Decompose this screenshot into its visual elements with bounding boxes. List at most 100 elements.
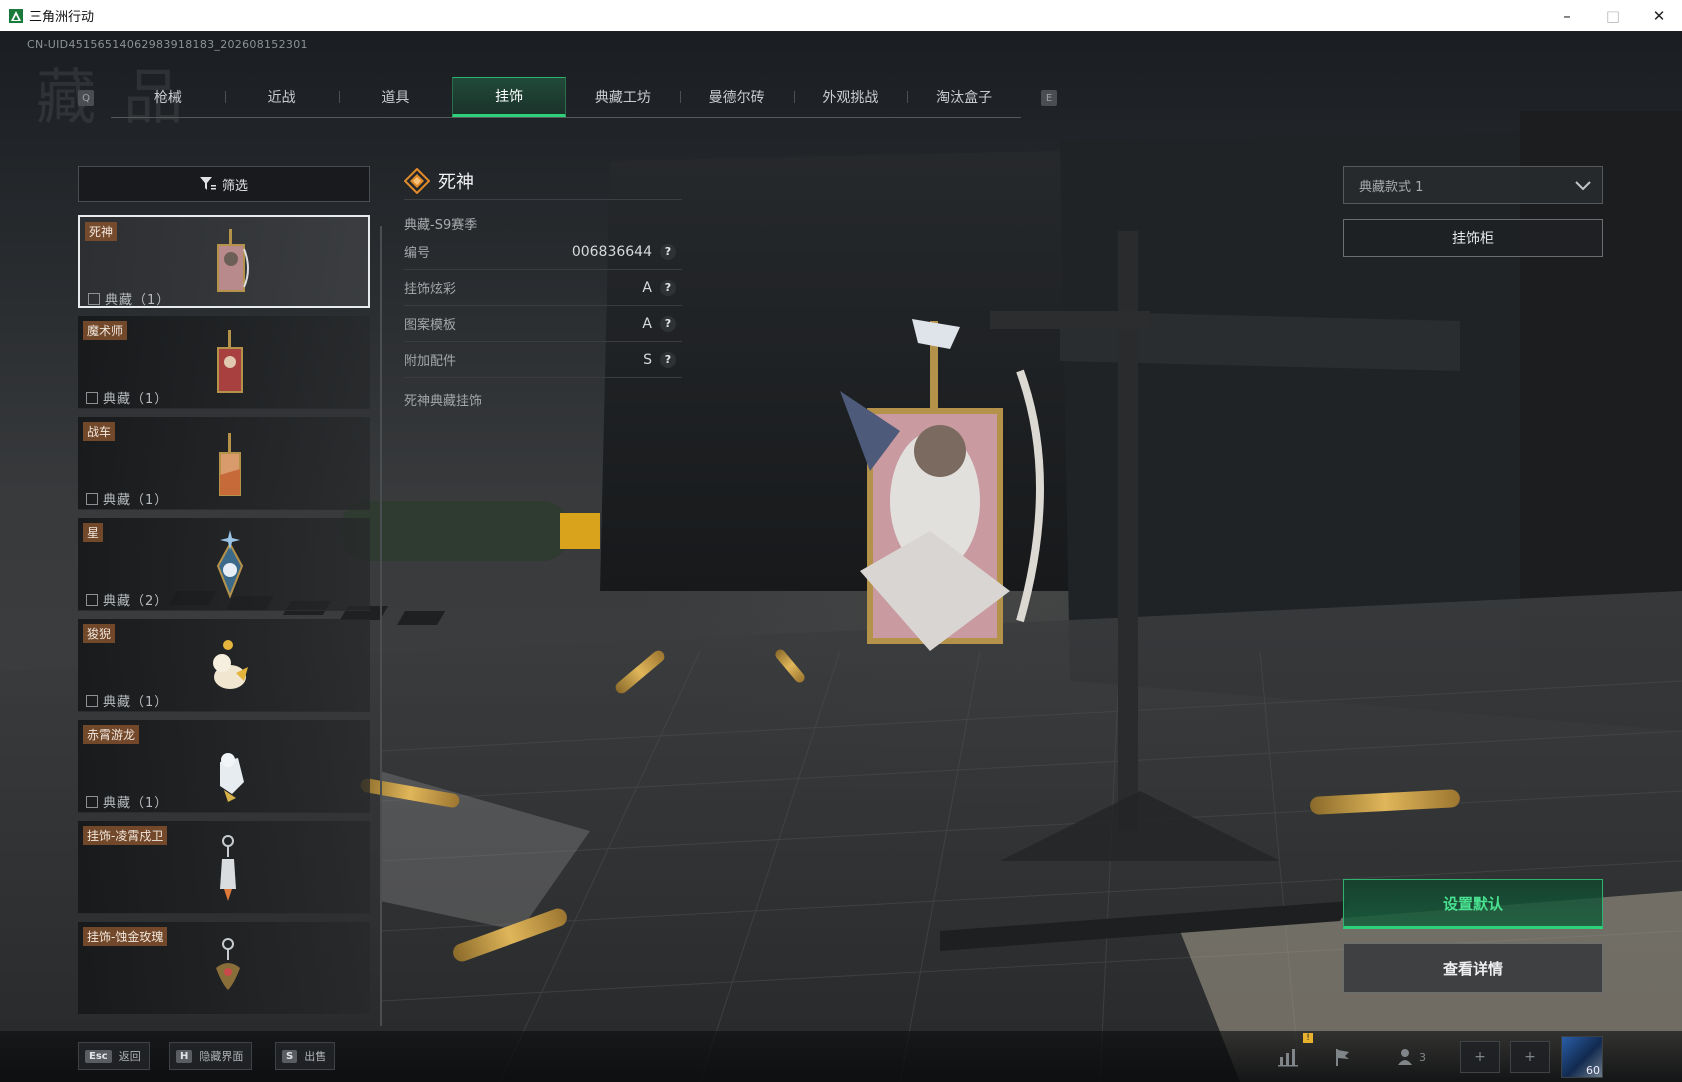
help-icon[interactable]: ? [660, 315, 676, 332]
hide-ui-hint-button[interactable]: H 隐藏界面 [169, 1042, 253, 1070]
stats-button[interactable] [1268, 1041, 1308, 1073]
charm-list: 死神 典藏（1） 魔术师 典藏（1） 战车 典藏（1） 星 典藏（2） 狻猊 典… [78, 215, 370, 1025]
detail-season: 典藏-S9赛季 [404, 218, 478, 233]
detail-row-pattern: 图案模板 A ? [404, 306, 682, 342]
warning-badge: ! [1303, 1033, 1313, 1043]
rarity-icon [88, 292, 100, 305]
next-tab-key[interactable]: E [1041, 90, 1057, 106]
list-item[interactable]: 魔术师 典藏（1） [78, 316, 370, 409]
set-default-button[interactable]: 设置默认 [1343, 879, 1603, 929]
charm-thumbnail [219, 433, 241, 496]
list-item[interactable]: 赤霄游龙 典藏（1） [78, 720, 370, 813]
rarity-label: 典藏（1） [105, 293, 171, 308]
list-item[interactable]: 狻猊 典藏（1） [78, 619, 370, 712]
row-label: 挂饰炫彩 [404, 282, 457, 297]
tab-mandel-brick[interactable]: 曼德尔砖 [679, 77, 794, 117]
item-rarity: 典藏（1） [86, 388, 168, 407]
charm-thumbnail [213, 640, 248, 689]
filter-button[interactable]: 筛选 [78, 166, 370, 202]
key-badge: S [282, 1049, 298, 1063]
rarity-icon [86, 492, 98, 505]
maximize-button[interactable]: □ [1590, 0, 1636, 31]
window-controls: – □ ✕ [1544, 0, 1682, 31]
item-name-tag: 挂饰-凌霄戍卫 [83, 826, 168, 845]
item-name-tag: 挂饰-蚀金玫瑰 [83, 927, 168, 946]
filter-label: 筛选 [221, 178, 248, 194]
list-item[interactable]: 星 典藏（2） [78, 518, 370, 611]
player-level: 60 [1586, 1064, 1600, 1077]
tab-firearms[interactable]: 枪械 [111, 77, 225, 117]
key-badge: H [176, 1049, 193, 1063]
flag-icon [1336, 1049, 1349, 1066]
back-hint-button[interactable]: Esc 返回 [78, 1042, 150, 1070]
detail-title: 死神 [438, 172, 474, 193]
charm-thumbnail [217, 330, 243, 393]
row-label: 图案模板 [404, 318, 457, 333]
help-icon[interactable]: ? [660, 243, 676, 260]
row-value: A [642, 315, 652, 332]
list-item[interactable]: 挂饰-凌霄戍卫 [78, 821, 370, 914]
style-select-value: 典藏款式 1 [1359, 179, 1424, 195]
rarity-icon [86, 694, 98, 707]
rarity-icon [86, 391, 98, 404]
style-select[interactable]: 典藏款式 1 [1343, 166, 1603, 204]
charm-thumbnail [216, 530, 244, 599]
list-item[interactable]: 挂饰-蚀金玫瑰 [78, 922, 370, 1015]
avatar[interactable]: 60 [1561, 1036, 1603, 1078]
item-name-tag: 死神 [85, 222, 118, 241]
squad-button[interactable]: 3 [1386, 1041, 1436, 1073]
category-tabs: 枪械 近战 道具 挂饰 典藏工坊 曼德尔砖 外观挑战 淘汰盒子 [111, 77, 1021, 118]
app-logo-icon [9, 8, 23, 23]
detail-row-color: 挂饰炫彩 A ? [404, 270, 682, 306]
item-name-tag: 星 [83, 523, 104, 542]
list-item[interactable]: 死神 典藏（1） [78, 215, 370, 308]
charm-thumbnail [220, 753, 244, 802]
charm-thumbnail [216, 938, 240, 990]
list-scrollbar[interactable] [380, 226, 382, 1026]
tab-charms[interactable]: 挂饰 [452, 77, 566, 117]
filter-icon [199, 177, 216, 190]
tab-melee[interactable]: 近战 [224, 77, 339, 117]
item-rarity: 典藏（1） [86, 489, 168, 508]
key-badge: Esc [85, 1049, 112, 1063]
squad-icon [1398, 1049, 1412, 1065]
hint-label: 出售 [304, 1050, 327, 1063]
row-value: S [643, 351, 652, 368]
charm-thumbnail [220, 835, 236, 901]
tab-collection-workshop[interactable]: 典藏工坊 [566, 77, 680, 117]
tab-elimination-box[interactable]: 淘汰盒子 [907, 77, 1021, 117]
tab-appearance-challenge[interactable]: 外观挑战 [793, 77, 908, 117]
invite-slot-button[interactable]: + [1510, 1041, 1550, 1073]
item-name-tag: 战车 [83, 422, 116, 441]
charm-detail-panel: 死神 典藏-S9赛季 编号 006836644 ? 挂饰炫彩 A ? 图案模板 … [404, 163, 682, 409]
hint-label: 隐藏界面 [199, 1050, 244, 1063]
rarity-icon [86, 593, 98, 606]
detail-description: 死神典藏挂饰 [404, 394, 483, 409]
rarity-label: 典藏（1） [103, 695, 169, 710]
item-rarity: 典藏（1） [86, 792, 168, 811]
tab-items[interactable]: 道具 [338, 77, 453, 117]
charm-thumbnail [217, 229, 249, 292]
item-name-tag: 狻猊 [83, 624, 116, 643]
close-button[interactable]: ✕ [1636, 0, 1682, 31]
item-rarity: 典藏（1） [88, 289, 170, 308]
prev-tab-key[interactable]: Q [78, 90, 94, 106]
help-icon[interactable]: ? [660, 279, 676, 296]
list-item[interactable]: 战车 典藏（1） [78, 417, 370, 510]
invite-slot-button[interactable]: + [1460, 1041, 1500, 1073]
detail-row-serial: 编号 006836644 ? [404, 234, 682, 270]
row-label: 编号 [404, 246, 431, 261]
help-icon[interactable]: ? [660, 351, 676, 368]
charm-case-button[interactable]: 挂饰柜 [1343, 219, 1603, 257]
row-label: 附加配件 [404, 354, 457, 369]
item-name-tag: 魔术师 [83, 321, 128, 340]
flag-button[interactable] [1323, 1041, 1363, 1073]
minimize-button[interactable]: – [1544, 0, 1590, 31]
squad-count: 3 [1419, 1050, 1426, 1064]
diamond-icon [404, 168, 430, 194]
rarity-label: 典藏（1） [103, 493, 169, 508]
view-details-button[interactable]: 查看详情 [1343, 943, 1603, 993]
sell-hint-button[interactable]: S 出售 [275, 1042, 336, 1070]
item-rarity: 典藏（1） [86, 691, 168, 710]
item-name-tag: 赤霄游龙 [83, 725, 140, 744]
